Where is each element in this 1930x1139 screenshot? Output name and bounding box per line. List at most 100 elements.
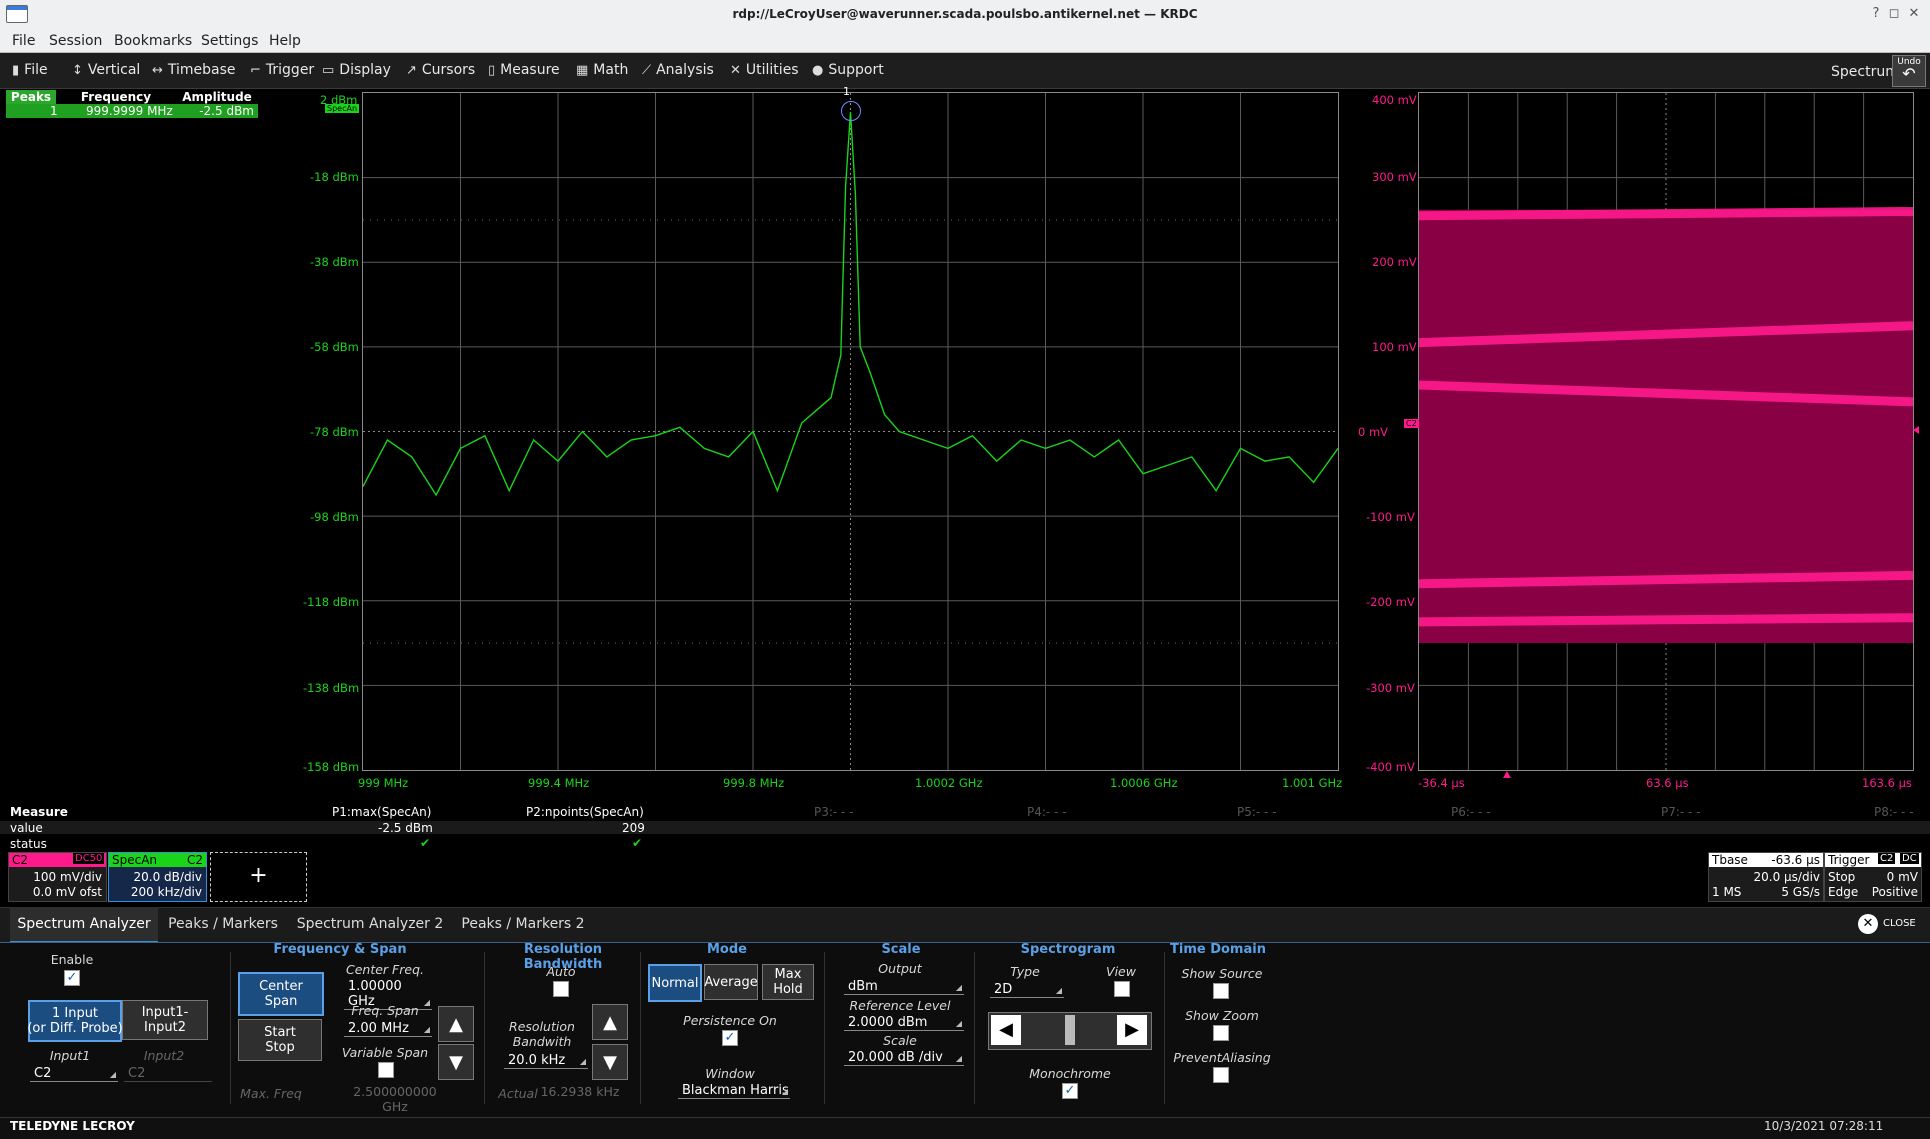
rbw-label: Resolution Bandwith (509, 1019, 575, 1049)
measure-param-p2[interactable]: P2:npoints(SpecAn) (526, 805, 644, 819)
spectrogram-slider[interactable]: ◀ ▶ (988, 1012, 1152, 1050)
tab-peaks-markers-2[interactable]: Peaks / Markers 2 (456, 907, 590, 941)
menu-session[interactable]: Session (49, 33, 102, 49)
scope-menu-trigger[interactable]: ⌐ Trigger (250, 62, 314, 78)
measure-param-p8[interactable]: P8:- - - (1874, 805, 1914, 819)
tbase-samples: 1 MS (1712, 885, 1742, 899)
scale-input[interactable]: 20.000 dB /div ◢ (844, 1050, 964, 1066)
single-input-button[interactable]: 1 Input (or Diff. Probe) (27, 1000, 123, 1042)
span-increase-icon[interactable]: ▲ (438, 1006, 474, 1042)
slider-thumb[interactable] (1065, 1015, 1075, 1045)
scope-menu-label: Timebase (167, 62, 236, 78)
specan-source: C2 (186, 853, 203, 867)
measure-param-p7[interactable]: P7:- - - (1661, 805, 1701, 819)
scope-menu-file[interactable]: ▮ File (12, 62, 48, 78)
output-select[interactable]: dBm ◢ (844, 979, 964, 995)
close-dialog-label[interactable]: CLOSE (1883, 918, 1916, 929)
datetime-display: 10/3/2021 07:28:11 (1764, 1119, 1884, 1133)
scope-menu-analysis[interactable]: ⟋ Analysis (642, 62, 714, 78)
panel-divider (484, 952, 485, 1104)
window-select[interactable]: Blackman Harris ◢ (678, 1083, 790, 1099)
monochrome-checkbox[interactable]: ✓ (1062, 1083, 1078, 1099)
timebase-descriptor[interactable]: Tbase -63.6 µs 20.0 µs/div 1 MS 5 GS/s (1708, 852, 1824, 902)
tab-spectrum-analyzer-2[interactable]: Spectrum Analyzer 2 (290, 907, 450, 941)
spectrogram-view-checkbox[interactable] (1114, 981, 1130, 997)
measure-title: Measure (10, 805, 68, 819)
enable-checkbox[interactable]: ✓ (64, 970, 80, 986)
measure-param-p5[interactable]: P5:- - - (1237, 805, 1277, 819)
rbw-auto-checkbox[interactable] (553, 981, 569, 997)
show-source-checkbox[interactable] (1213, 983, 1229, 999)
show-zoom-checkbox[interactable] (1213, 1025, 1229, 1041)
rbw-value: 20.0 kHz (508, 1053, 566, 1068)
tab-spectrum-analyzer[interactable]: Spectrum Analyzer (10, 907, 158, 943)
scope-menu-cursors[interactable]: ↗ Cursors (406, 62, 475, 78)
spectrum-x-label: 999.8 MHz (723, 776, 785, 790)
dropdown-arrow-icon: ◢ (955, 983, 962, 992)
time-domain-plot (1419, 207, 1913, 644)
trigger-descriptor[interactable]: Trigger C2 DC Stop 0 mV Edge Positive (1824, 852, 1922, 902)
measure-param-p3[interactable]: P3:- - - (814, 805, 854, 819)
freq-span-label: Freq. Span (351, 1003, 419, 1018)
rbw-decrease-icon[interactable]: ▼ (592, 1044, 628, 1080)
persistence-label: Persistence On (683, 1013, 777, 1028)
time-domain-grid[interactable] (1418, 92, 1914, 771)
ref-level-input[interactable]: 2.0000 dBm ◢ (844, 1015, 964, 1031)
start-stop-button[interactable]: Start Stop (238, 1019, 322, 1061)
cursors-icon: ↗ (406, 63, 417, 78)
rbw-input[interactable]: 20.0 kHz ◢ (504, 1053, 588, 1069)
dropdown-arrow-icon: ◢ (955, 1054, 962, 1063)
trigger-type: Edge (1828, 885, 1859, 899)
time-y-label: 300 mV (1372, 170, 1417, 184)
menu-help[interactable]: Help (269, 33, 301, 49)
trigger-mode: Stop (1828, 870, 1856, 884)
center-span-button[interactable]: Center Span (238, 972, 324, 1016)
input-diff-button[interactable]: Input1-Input2 (122, 1000, 208, 1040)
help-icon[interactable]: ? (1868, 6, 1884, 22)
peak-row[interactable]: 1 999.9999 MHz -2.5 dBm (6, 104, 258, 118)
peaks-header[interactable]: Peaks (6, 90, 56, 104)
measure-param-p6[interactable]: P6:- - - (1451, 805, 1491, 819)
span-decrease-icon[interactable]: ▼ (438, 1044, 474, 1080)
scope-menu-display[interactable]: ▭ Display (322, 62, 391, 78)
scope-menu-support[interactable]: ● Support (812, 62, 884, 78)
specan-descriptor[interactable]: SpecAn C2 20.0 dB/div 200 kHz/div (108, 852, 207, 902)
scope-menu-timebase[interactable]: ↔ Timebase (152, 62, 236, 78)
mode-average-button[interactable]: Average (704, 964, 758, 1000)
maximize-icon[interactable]: ◻ (1886, 6, 1902, 22)
scope-menu-measure[interactable]: ▯ Measure (488, 62, 560, 78)
mode-normal-button[interactable]: Normal (648, 964, 702, 1002)
menu-file[interactable]: File (12, 33, 35, 49)
variable-span-checkbox[interactable] (378, 1062, 394, 1078)
dropdown-arrow-icon: ◢ (579, 1057, 586, 1066)
rbw-actual-label: Actual (498, 1086, 538, 1101)
tab-peaks-markers[interactable]: Peaks / Markers (162, 907, 284, 941)
slider-left-icon[interactable]: ◀ (991, 1015, 1021, 1045)
spectrogram-type-select[interactable]: 2D ◢ (990, 982, 1064, 998)
c2-descriptor[interactable]: C2 DC50 100 mV/div 0.0 mV ofst (8, 852, 107, 902)
scope-menu-vertical[interactable]: ↕ Vertical (72, 62, 140, 78)
mode-maxhold-button[interactable]: Max Hold (762, 964, 814, 1000)
spectrum-grid[interactable]: 1 (362, 85, 1339, 771)
add-trace-button[interactable]: + (210, 852, 307, 902)
freq-span-input[interactable]: 2.00 MHz ◢ (344, 1021, 432, 1037)
slider-right-icon[interactable]: ▶ (1117, 1015, 1147, 1045)
tbase-label: Tbase (1712, 853, 1748, 867)
prevent-aliasing-checkbox[interactable] (1213, 1067, 1229, 1083)
specan-hdiv: 200 kHz/div (130, 885, 202, 899)
menu-bookmarks[interactable]: Bookmarks (114, 33, 192, 49)
menubar: File Session Bookmarks Settings Help (0, 30, 1930, 53)
rbw-increase-icon[interactable]: ▲ (592, 1004, 628, 1040)
persistence-checkbox[interactable]: ✓ (722, 1030, 738, 1046)
menu-settings[interactable]: Settings (201, 33, 258, 49)
time-x-label: -36.4 µs (1418, 776, 1465, 790)
analysis-icon: ⟋ (642, 63, 652, 78)
close-icon[interactable]: ✕ (1906, 6, 1922, 22)
scope-menu-math[interactable]: ▦ Math (576, 62, 628, 78)
close-dialog-icon[interactable]: ✕ (1858, 914, 1878, 934)
scope-menu-utilities[interactable]: ✕ Utilities (730, 62, 799, 78)
measure-param-p4[interactable]: P4:- - - (1027, 805, 1067, 819)
input1-select[interactable]: C2 ◢ (30, 1066, 118, 1082)
undo-button[interactable]: Undo ↶ (1892, 55, 1926, 87)
measure-param-p1[interactable]: P1:max(SpecAn) (332, 805, 431, 819)
